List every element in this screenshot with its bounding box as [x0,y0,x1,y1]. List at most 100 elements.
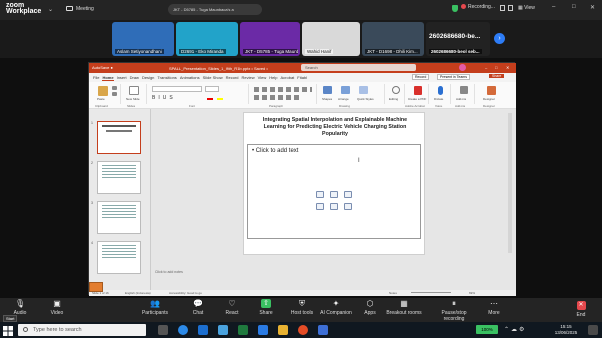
close-icon[interactable]: ✕ [590,4,595,11]
align-buttons[interactable] [254,95,302,100]
ppt-menu-item[interactable]: Record [226,75,239,80]
ppt-search-box[interactable]: Search [301,64,416,71]
chevron-down-icon[interactable]: ⌄ [48,6,53,13]
insert-picture-icon[interactable] [316,203,324,210]
meeting-menu[interactable]: Meeting [66,6,94,12]
toolbar-share-button[interactable]: ⇧ Share [246,299,286,316]
minimize-icon[interactable]: – [485,65,487,70]
toolbar-participants-button[interactable]: 👥 Participants [135,299,175,316]
zoom-percent[interactable]: 69% [469,291,475,295]
maximize-icon[interactable]: □ [495,65,497,70]
minimized-ppt-window[interactable] [89,282,103,292]
ppt-menu-item[interactable]: Review [242,75,255,80]
insert-stock-image-icon[interactable] [330,203,338,210]
toolbar-audio-button[interactable]: 🎙 Audio [0,299,40,316]
taskbar-search[interactable]: Type here to search [18,324,146,336]
insert-table-icon[interactable] [316,191,324,198]
participant-tile[interactable]: D2691 - Eko Miranda [176,22,238,56]
slide-thumbnail[interactable] [97,241,141,274]
excel-icon[interactable] [238,325,248,335]
battery-indicator[interactable]: 100% [476,325,498,334]
pdf-icon[interactable] [414,86,422,95]
windows-start-icon[interactable] [2,324,14,336]
ppt-menu-item[interactable]: Acrobat [281,75,295,80]
end-button[interactable]: ✕ End [572,301,590,318]
share-button[interactable]: Share [489,74,505,78]
font-style-buttons[interactable]: BIUS [152,95,176,101]
insert-chart-icon[interactable] [330,191,338,198]
autosave-toggle[interactable]: AutoSave ● [92,65,113,70]
paste-icon[interactable] [98,86,108,96]
ppt-menu-item[interactable]: View [258,75,267,80]
zoom-app-icon[interactable] [258,325,268,335]
toolbar-breakout-rooms-button[interactable]: ▦ Breakout rooms [384,299,424,316]
pause-icon[interactable] [500,5,505,11]
arrange-icon[interactable] [341,86,350,94]
cut-icon[interactable] [112,86,117,90]
onenote-icon[interactable] [198,325,208,335]
recording-indicator[interactable]: Recording... [461,4,495,10]
find-icon[interactable] [392,86,400,94]
sharing-indicator[interactable]: JKT - D5785 - Tuga Maunbaca's a [168,4,262,15]
close-icon[interactable]: ✕ [506,65,509,70]
ppt-menu-item[interactable]: Transitions [157,75,176,80]
notification-icon[interactable] [588,325,598,335]
maximize-icon[interactable]: □ [572,4,576,10]
slide-thumbnail[interactable] [97,201,141,234]
add-ins-icon[interactable] [460,86,468,94]
slide-thumbnail[interactable] [97,121,141,154]
participant-tile[interactable]: 2602686680-be... 2602686680-beol seb... [426,22,490,56]
present-in-teams-button[interactable]: Present in Teams [437,74,470,80]
content-placeholder[interactable]: • Click to add text [247,144,421,239]
list-buttons[interactable] [254,87,312,92]
participant-tile[interactable]: JKT - D1698 - Dhili Kim... [362,22,424,56]
taskbar-clock[interactable]: 15:15 13/06/2025 [552,324,580,336]
vertical-scrollbar[interactable] [508,113,512,253]
ppt-menu-item[interactable]: File [93,75,99,80]
toolbar-video-button[interactable]: ▣ Video [37,299,77,316]
ppt-menu-item[interactable]: Slide Show [203,75,223,80]
next-participants-button[interactable]: › [494,33,505,44]
status-language[interactable]: English (Indonesia) [125,291,151,295]
shapes-icon[interactable] [323,86,332,94]
outlook-icon[interactable] [218,325,228,335]
record-button[interactable]: Record [412,74,430,80]
tray-icons[interactable]: ⌃☁⚙ [504,326,526,333]
teams-icon[interactable] [318,325,328,335]
stop-icon[interactable] [508,5,513,11]
new-slide-icon[interactable] [129,86,139,95]
minimize-icon[interactable]: – [552,4,555,10]
ppt-menu-item[interactable]: Draw [130,75,139,80]
participant-tile[interactable]: JKT - D5785 - Tuga Maunb... [240,22,300,56]
zoom-slider[interactable] [411,292,451,295]
shield-icon[interactable] [452,5,458,12]
participant-tile[interactable]: Wahid Hanif [302,22,360,56]
ppt-menu-item[interactable]: Home [102,75,114,81]
avatar[interactable] [459,64,466,71]
task-view-icon[interactable] [158,325,168,335]
font-size-select[interactable] [205,86,219,92]
highlight-icon[interactable] [217,95,223,100]
designer-icon[interactable] [487,86,496,95]
font-color-icon[interactable] [207,95,213,100]
status-notes-button[interactable]: Notes [389,291,397,295]
edge-icon[interactable] [178,325,188,335]
toolbar-more-button[interactable]: ⋯ More [474,299,514,316]
ppt-menu-item[interactable]: Insert [117,75,127,80]
ppt-menu-item[interactable]: Design [142,75,154,80]
copy-icon[interactable] [112,92,117,96]
quick-styles-icon[interactable] [359,86,368,94]
microphone-icon[interactable] [438,86,443,95]
toolbar-pause-stop-recording-button[interactable]: ⏸ Pause/stop recording [434,299,474,322]
file-explorer-icon[interactable] [278,325,288,335]
current-slide[interactable]: Integrating Spatial Interpolation and Ex… [243,112,425,255]
slide-thumbnail[interactable] [97,161,141,194]
insert-video-icon[interactable] [344,203,352,210]
status-accessibility[interactable]: Accessibility: Good to go [169,291,202,295]
ppt-menu-item[interactable]: Fitabl [297,75,307,80]
participant-tile[interactable]: Aslam Setiyonandhani [112,22,174,56]
notes-pane[interactable]: Click to add notes [155,270,183,274]
chrome-icon[interactable] [298,325,308,335]
slide-title[interactable]: Integrating Spatial Interpolation and Ex… [252,117,418,138]
font-family-select[interactable] [152,86,202,92]
